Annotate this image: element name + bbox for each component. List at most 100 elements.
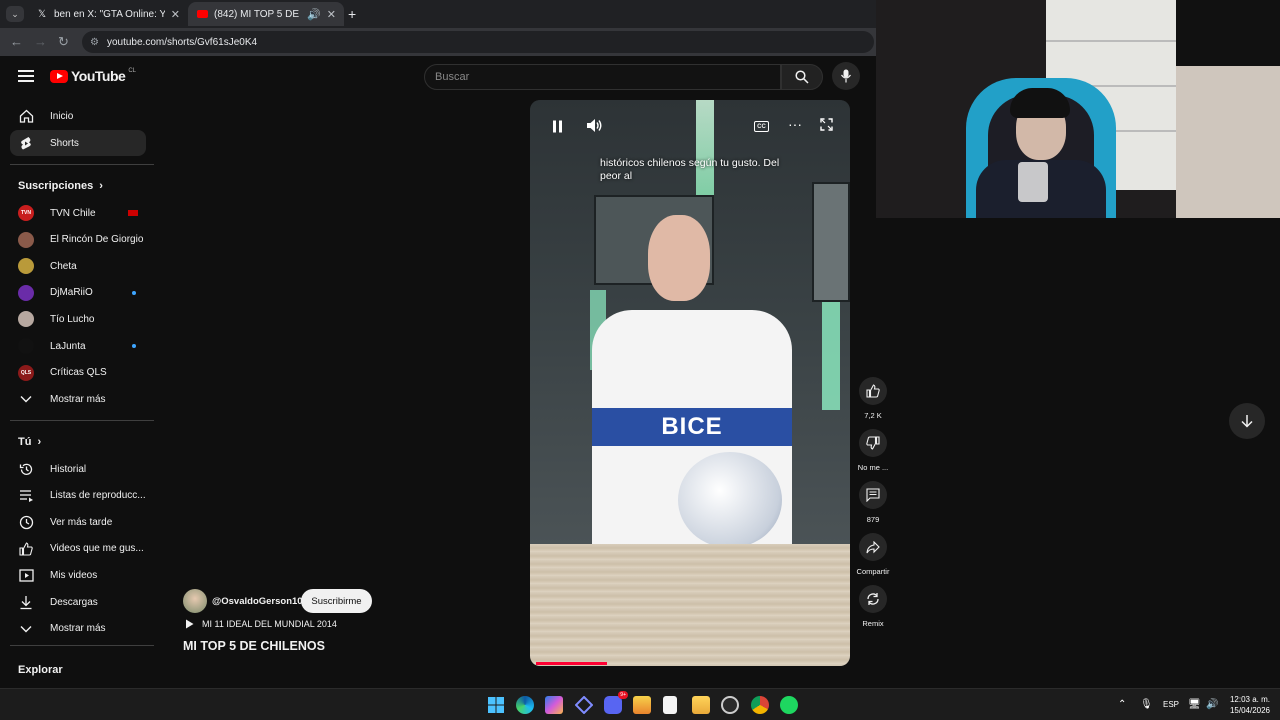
captions-icon[interactable]: CC — [754, 121, 769, 132]
app-icon[interactable] — [633, 696, 651, 714]
music-link[interactable]: MI 11 IDEAL DEL MUNDIAL 2014 — [185, 619, 337, 629]
site-settings-icon[interactable]: ⚙ — [90, 37, 99, 48]
close-tab-icon[interactable]: ✕ — [171, 8, 180, 21]
spotify-icon[interactable] — [780, 696, 798, 714]
language-indicator[interactable]: ESP — [1163, 700, 1179, 709]
youtube-icon — [196, 8, 208, 20]
subscriptions-heading[interactable]: Suscripciones › — [18, 180, 103, 192]
voice-search-button[interactable] — [832, 62, 860, 90]
discord-icon[interactable]: 9+ — [604, 691, 628, 714]
remix-icon — [867, 593, 879, 605]
region-code: CL — [128, 68, 136, 74]
edge-icon[interactable] — [516, 696, 534, 714]
volume-icon[interactable]: 🔊 — [1206, 699, 1218, 710]
youtube-logo[interactable]: YouTube CL — [50, 68, 136, 84]
microphone-icon — [841, 69, 851, 83]
you-heading[interactable]: Tú › — [18, 436, 41, 448]
search-input[interactable]: Buscar — [424, 64, 781, 90]
file-explorer-icon[interactable] — [692, 696, 710, 714]
address-bar: ← → ↻ ⚙ youtube.com/shorts/Gvf61sJe0K4 — [0, 28, 876, 56]
copilot-icon[interactable] — [545, 696, 563, 714]
forward-icon[interactable]: → — [34, 34, 47, 49]
menu-icon[interactable] — [18, 70, 34, 82]
sidebar-item-label: Listas de reproducc... — [50, 490, 146, 502]
subscription-item[interactable]: El Rincón De Giorgio — [10, 227, 146, 253]
url-field[interactable]: ⚙ youtube.com/shorts/Gvf61sJe0K4 — [82, 31, 874, 53]
divider — [10, 164, 154, 165]
subscription-name: DjMaRiiO — [50, 287, 93, 299]
chevron-up-icon[interactable]: ⌃ — [1118, 699, 1126, 710]
subscription-item[interactable]: DjMaRiiO — [10, 280, 146, 306]
app-icon[interactable] — [574, 695, 594, 715]
windows-start-icon[interactable] — [487, 696, 505, 714]
comments-button[interactable] — [859, 481, 887, 509]
share-button[interactable] — [859, 533, 887, 561]
fullscreen-icon[interactable] — [820, 118, 833, 136]
back-icon[interactable]: ← — [10, 34, 23, 49]
video-title[interactable]: MI TOP 5 DE CHILENOS — [183, 639, 325, 653]
search-button[interactable] — [781, 64, 823, 90]
x-logo-icon: 𝕏 — [37, 8, 47, 20]
sidebar-item-chevron-down[interactable]: Mostrar más — [10, 616, 146, 642]
subscription-name: LaJunta — [50, 340, 86, 352]
browser-tab-x[interactable]: 𝕏 ben en X: "GTA Online: Yearly R ✕ — [28, 2, 188, 26]
reload-icon[interactable]: ↻ — [58, 34, 69, 50]
sidebar-item-label: Mis videos — [50, 569, 98, 581]
sidebar-item-history[interactable]: Historial — [10, 456, 146, 482]
playlist-icon — [18, 488, 34, 504]
sidebar-item-label: Ver más tarde — [50, 516, 113, 528]
browser-tab-youtube[interactable]: (842) MI TOP 5 DE CHILENOS 🔊 ✕ — [188, 2, 344, 26]
sidebar-item-inicio[interactable]: Inicio — [10, 103, 146, 129]
volume-icon[interactable] — [586, 118, 603, 138]
subscription-item[interactable]: TVN TVN Chile — [10, 200, 146, 226]
file-icon[interactable] — [663, 696, 677, 714]
avatar: QLS — [18, 364, 34, 381]
video-football — [678, 452, 782, 548]
sidebar-item-playlist[interactable]: Listas de reproducc... — [10, 483, 146, 509]
sidebar-item-label: Inicio — [50, 110, 74, 122]
subscription-name: Tío Lucho — [50, 313, 95, 325]
like-button[interactable] — [859, 377, 887, 405]
sidebar-item-label: Descargas — [50, 596, 98, 608]
sidebar-item-like[interactable]: Videos que me gus... — [10, 536, 146, 562]
sidebar-item-label: Videos que me gus... — [50, 543, 144, 555]
subscription-item[interactable]: QLS Críticas QLS — [10, 360, 146, 386]
sidebar-item-download[interactable]: Descargas — [10, 589, 146, 615]
more-options-icon[interactable]: ··· — [788, 116, 802, 132]
sidebar-item-watch-later[interactable]: Ver más tarde — [10, 509, 146, 535]
network-icon[interactable]: 🖥 — [1188, 699, 1201, 710]
tab-audio-icon[interactable]: 🔊 — [307, 8, 321, 21]
chrome-icon[interactable] — [751, 696, 769, 714]
youtube-page: YouTube CL Buscar Inicio Shorts Suscripc… — [0, 56, 889, 716]
shorts-video-player[interactable]: BICE CC ··· históricos chilenos según tu… — [530, 100, 850, 666]
time: 12:03 a. m. — [1229, 695, 1270, 704]
next-short-button[interactable] — [1229, 403, 1265, 439]
channel-avatar[interactable] — [183, 589, 207, 613]
remix-button[interactable] — [859, 585, 887, 613]
share-icon — [866, 540, 880, 553]
microphone-icon[interactable]: 🎙 — [1140, 699, 1153, 710]
close-tab-icon[interactable]: ✕ — [327, 8, 336, 21]
tab-search-button[interactable]: ⌄ — [6, 6, 24, 22]
subscription-item[interactable]: Cheta — [10, 253, 146, 279]
sidebar-item-my-videos[interactable]: Mis videos — [10, 562, 146, 588]
music-title: MI 11 IDEAL DEL MUNDIAL 2014 — [202, 619, 337, 629]
show-more-subscriptions[interactable]: Mostrar más — [10, 386, 146, 412]
sidebar-item-label: Mostrar más — [50, 393, 106, 405]
comment-icon — [866, 488, 880, 502]
subscription-item[interactable]: LaJunta — [10, 333, 146, 359]
new-tab-button[interactable]: + — [348, 6, 356, 22]
subscription-item[interactable]: Tío Lucho — [10, 306, 146, 332]
pause-icon[interactable] — [552, 120, 563, 136]
divider — [10, 645, 154, 646]
app-icon[interactable] — [721, 696, 739, 714]
search-icon — [795, 70, 809, 84]
video-progress-bar[interactable] — [536, 662, 607, 665]
subscribe-button[interactable]: Suscribirme — [301, 589, 372, 613]
remix-label: Remix — [862, 619, 884, 628]
dislike-button[interactable] — [859, 429, 887, 457]
like-icon — [18, 541, 34, 557]
channel-name[interactable]: @OsvaldoGerson10 — [212, 596, 303, 607]
clock[interactable]: 12:03 a. m. 15/04/2026 — [1230, 694, 1270, 716]
sidebar-item-shorts[interactable]: Shorts — [10, 130, 146, 156]
